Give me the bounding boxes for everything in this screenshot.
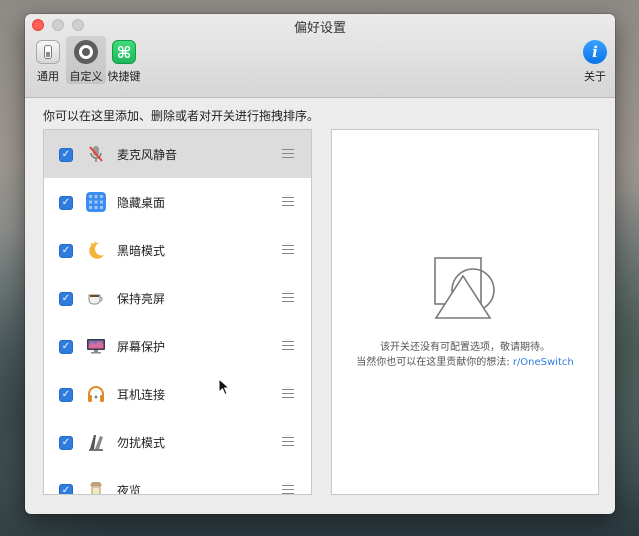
detail-line-2-prefix: 当然你也可以在这里贡献你的想法: [356,357,513,368]
desktop-grid-icon [86,192,106,212]
preferences-content: 你可以在这里添加、删除或者对开关进行拖拽排序。 ✓ 麦克风静音 ✓ 隐藏桌面 ✓… [25,99,615,514]
drag-handle-icon[interactable] [282,437,294,446]
switch-label: 隐藏桌面 [117,196,166,210]
enabled-checkbox[interactable]: ✓ [59,388,73,402]
enabled-checkbox[interactable]: ✓ [59,484,73,494]
do-not-disturb-icon [86,432,106,452]
drag-handle-icon[interactable] [282,389,294,398]
headphones-icon [86,384,106,404]
detail-line-2: 当然你也可以在这里贡献你的想法: r/OneSwitch [332,355,598,370]
night-shift-icon [86,480,106,494]
list-item-do-not-disturb[interactable]: ✓ 勿扰模式 [44,418,311,466]
switch-label: 屏幕保护 [117,340,166,354]
enabled-checkbox[interactable]: ✓ [59,148,73,162]
drag-handle-icon[interactable] [282,341,294,350]
switch-label: 夜览 [117,484,142,495]
toolbar-tab-about[interactable]: i 关于 [575,36,615,84]
titlebar: 偏好设置 通用 自定义 ⌘ 快捷键 i 关于 [25,14,615,98]
list-item-headphones[interactable]: ✓ 耳机连接 [44,370,311,418]
enabled-checkbox[interactable]: ✓ [59,340,73,354]
switch-label: 耳机连接 [117,388,166,402]
toolbar-tab-custom[interactable]: 自定义 [66,36,106,84]
preferences-window: 偏好设置 通用 自定义 ⌘ 快捷键 i 关于 你可以在这里添加、删除或者对开关进… [25,14,615,514]
coffee-cup-icon [86,288,106,308]
switch-label: 黑暗模式 [117,244,166,258]
instructions-text: 你可以在这里添加、删除或者对开关进行拖拽排序。 [43,109,320,123]
info-icon: i [583,40,607,64]
detail-line-1: 该开关还没有可配置选项，敬请期待。 [380,342,550,353]
toolbar-tab-label: 快捷键 [107,70,141,83]
list-item-screensaver[interactable]: ✓ 屏幕保护 [44,322,311,370]
switch-list[interactable]: ✓ 麦克风静音 ✓ 隐藏桌面 ✓ 黑暗模式 ✓ 保持亮屏 ✓ 屏幕保护 ✓ 耳机… [43,129,312,495]
moon-icon [86,240,106,260]
custom-knob-icon [74,40,98,64]
toolbar-tab-label: 自定义 [69,70,103,83]
list-item-mic-mute[interactable]: ✓ 麦克风静音 [44,130,311,178]
drag-handle-icon[interactable] [282,197,294,206]
enabled-checkbox[interactable]: ✓ [59,244,73,258]
enabled-checkbox[interactable]: ✓ [59,436,73,450]
microphone-muted-icon [86,144,106,164]
command-key-icon: ⌘ [112,40,136,64]
drag-handle-icon[interactable] [282,293,294,302]
toolbar-tab-label: 通用 [37,70,59,83]
drag-handle-icon[interactable] [282,245,294,254]
drag-handle-icon[interactable] [282,485,294,494]
mouse-pointer-icon [218,378,230,396]
enabled-checkbox[interactable]: ✓ [59,196,73,210]
switch-detail-panel: 该开关还没有可配置选项，敬请期待。 当然你也可以在这里贡献你的想法: r/One… [331,129,599,495]
window-title: 偏好设置 [293,21,346,36]
toolbar-tab-shortcuts[interactable]: ⌘ 快捷键 [104,36,144,84]
list-item-night-shift[interactable]: ✓ 夜览 [44,466,311,495]
switch-label: 麦克风静音 [117,148,178,162]
toolbar-tab-label: 关于 [584,70,606,83]
toolbar-tab-general[interactable]: 通用 [28,36,68,84]
switch-label: 勿扰模式 [117,436,166,450]
placeholder-shapes-icon [434,257,495,319]
enabled-checkbox[interactable]: ✓ [59,292,73,306]
list-item-keep-awake[interactable]: ✓ 保持亮屏 [44,274,311,322]
drag-handle-icon[interactable] [282,149,294,158]
list-item-dark-mode[interactable]: ✓ 黑暗模式 [44,226,311,274]
toggle-switch-icon [36,40,60,64]
list-item-hide-desktop[interactable]: ✓ 隐藏桌面 [44,178,311,226]
monitor-icon [86,336,106,356]
oneswitch-link[interactable]: r/OneSwitch [513,357,574,368]
switch-label: 保持亮屏 [117,292,166,306]
detail-message: 该开关还没有可配置选项，敬请期待。 当然你也可以在这里贡献你的想法: r/One… [332,340,598,370]
